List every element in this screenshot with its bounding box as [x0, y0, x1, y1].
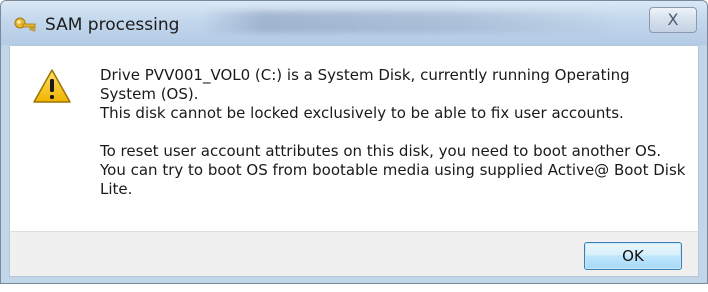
close-icon: X [667, 10, 679, 29]
message-line: To reset user account attributes on this… [100, 142, 662, 160]
warning-icon [33, 69, 71, 103]
close-button[interactable]: X [649, 7, 697, 33]
ok-button[interactable]: OK [584, 242, 682, 270]
dialog-message: Drive PVV001_VOL0 (C:) is a System Disk,… [100, 66, 690, 199]
dialog-window: SAM processing X Drive PVV001_VOL0 (C:) … [0, 0, 708, 284]
title-bar-blurred-background [201, 11, 621, 33]
key-icon [14, 17, 36, 32]
window-title: SAM processing [45, 15, 180, 35]
title-bar[interactable]: SAM processing X [1, 1, 707, 45]
message-line: This disk cannot be locked exclusively t… [100, 104, 624, 122]
message-area: Drive PVV001_VOL0 (C:) is a System Disk,… [9, 45, 699, 231]
message-line: Drive PVV001_VOL0 (C:) is a System Disk,… [100, 66, 630, 103]
button-bar: OK [9, 231, 699, 277]
message-line: You can try to boot OS from bootable med… [100, 161, 686, 198]
